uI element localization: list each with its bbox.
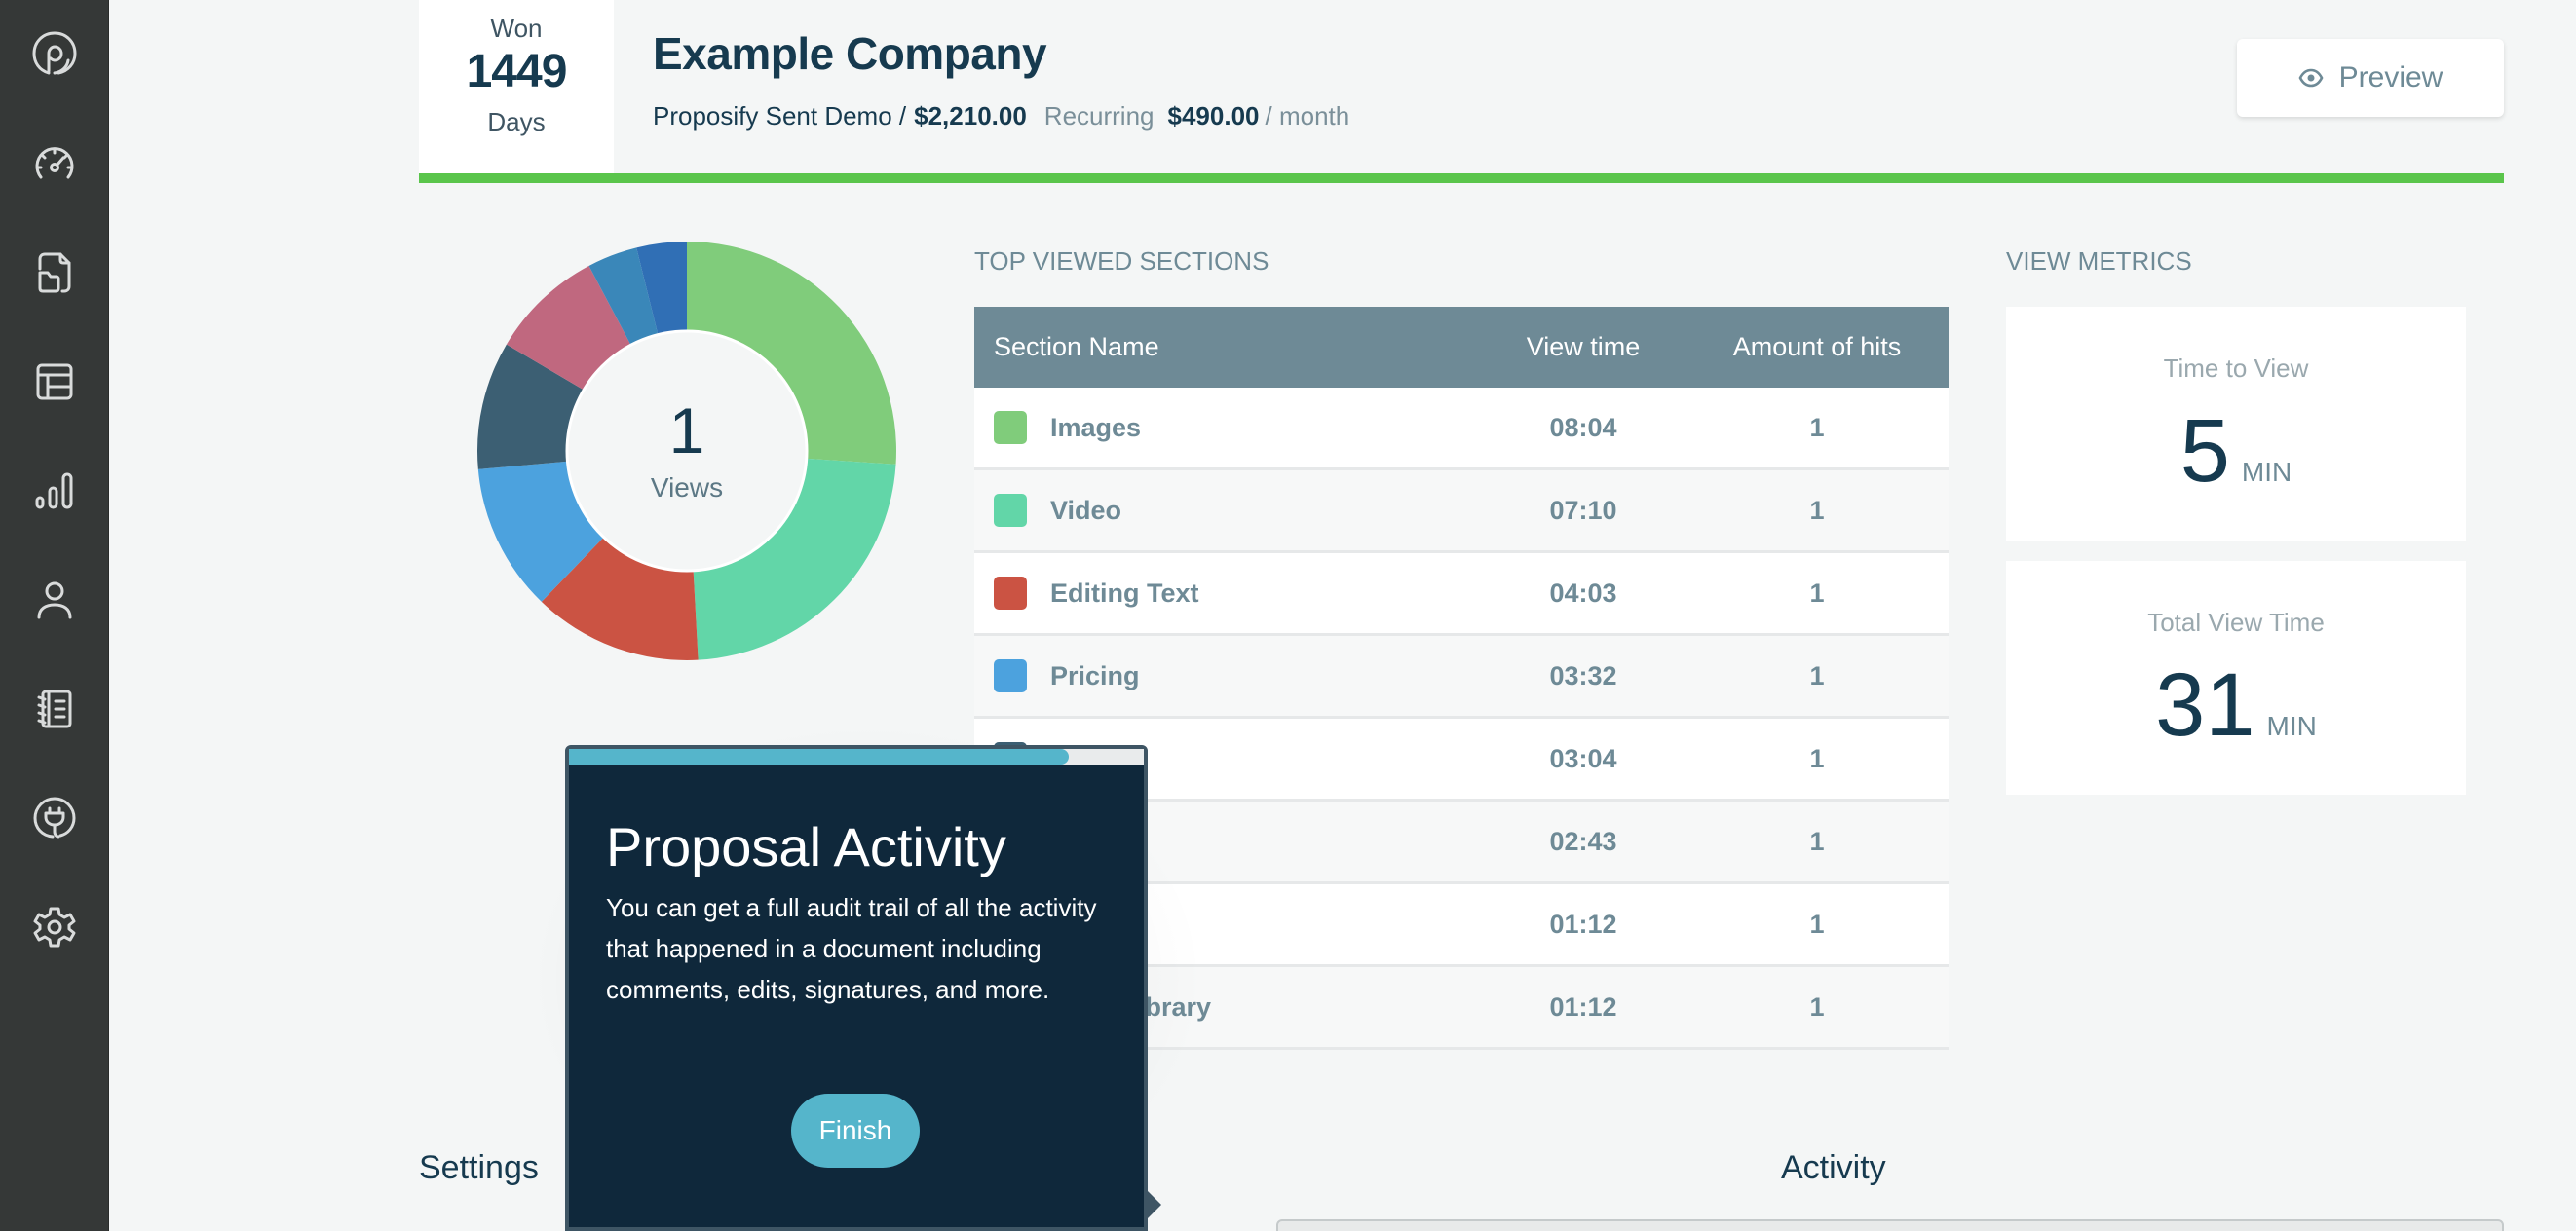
deal-name: Proposify Sent Demo /: [653, 101, 907, 131]
status-box: Won 1449 Days: [419, 0, 614, 173]
status-unit: Days: [487, 107, 546, 136]
tour-body: You can get a full audit trail of all th…: [606, 893, 1097, 1004]
view-time-cell: 01:12: [1549, 909, 1617, 939]
section-name: Editing Text: [1050, 578, 1199, 608]
preview-label: Preview: [2338, 61, 2443, 93]
metric-label: Total View Time: [2147, 608, 2325, 637]
section-color-swatch: [994, 659, 1027, 692]
section-name: Pricing: [1050, 660, 1140, 690]
sidebar-item-reports[interactable]: [31, 467, 78, 514]
tour-finish-button[interactable]: Finish: [791, 1094, 920, 1168]
top-sections-heading: TOP VIEWED SECTIONS: [974, 246, 1269, 276]
sidebar-item-dashboard[interactable]: [31, 140, 78, 187]
section-name: Video: [1050, 495, 1122, 525]
metric-value: 31 MIN: [2006, 660, 2466, 750]
eye-icon: [2298, 68, 2324, 88]
deal-amount: $2,210.00: [914, 101, 1027, 131]
hits-cell: 1: [1809, 660, 1825, 690]
metric-unit: MIN: [2266, 711, 2317, 741]
status-label: Won: [490, 14, 543, 43]
deal-summary: Proposify Sent Demo / $2,210.00 Recurring $…: [653, 101, 1349, 131]
content-library-icon: [37, 690, 72, 728]
column-header-hits[interactable]: Amount of hits: [1686, 332, 1949, 362]
metric-card-time-to-view: Time to View 5 MIN: [2006, 307, 2466, 541]
table-row[interactable]: Pricing 03:32 1: [974, 636, 1949, 719]
section-name-cell: Editing Text: [974, 577, 1481, 610]
view-time-cell: 03:32: [1549, 660, 1617, 690]
settings-heading: Settings: [419, 1149, 539, 1186]
section-name-cell: Video: [974, 494, 1481, 527]
status-progress-fill: [419, 173, 2504, 183]
sidebar-item-settings[interactable]: [31, 904, 78, 951]
table-row[interactable]: Video 07:10 1: [974, 470, 1949, 553]
section-name-cell: Pricing: [974, 659, 1481, 692]
activity-heading: Activity: [1781, 1149, 1886, 1186]
activity-panel: [1276, 1219, 2504, 1231]
section-name-cell: Images: [974, 411, 1481, 444]
hits-cell: 1: [1809, 412, 1825, 442]
hits-cell: 1: [1809, 743, 1825, 773]
status-days: 1449: [466, 46, 568, 97]
tour-progress-fill: [569, 749, 1070, 765]
sidebar-item-content-library[interactable]: [31, 686, 78, 732]
section-color-swatch: [994, 411, 1027, 444]
hits-cell: 1: [1809, 578, 1825, 608]
tour-pointer-arrow: [1144, 1187, 1161, 1222]
tour-progress-bar: [569, 749, 1144, 765]
recurring-period: / month: [1265, 101, 1350, 131]
integrations-icon: [33, 797, 76, 839]
table-row[interactable]: Editing Text 04:03 1: [974, 553, 1949, 636]
sidebar-item-integrations[interactable]: [31, 795, 78, 841]
proposify-logo-icon: [32, 31, 77, 75]
company-title: Example Company: [653, 28, 1047, 79]
status-progress-bar: [419, 173, 2504, 183]
view-metrics-heading: VIEW METRICS: [2006, 246, 2192, 276]
tour-title: Proposal Activity: [606, 816, 1006, 877]
dashboard-icon: [35, 147, 74, 179]
view-time-cell: 07:10: [1549, 495, 1617, 525]
column-header-section-name[interactable]: Section Name: [974, 332, 1481, 362]
hits-cell: 1: [1809, 909, 1825, 939]
section-color-swatch: [994, 494, 1027, 527]
view-time-cell: 04:03: [1549, 578, 1617, 608]
settings-icon: [33, 907, 76, 948]
metric-unit: MIN: [2241, 457, 2292, 487]
section-color-swatch: [994, 577, 1027, 610]
hits-cell: 1: [1809, 826, 1825, 856]
donut-hole: [565, 329, 809, 573]
view-time-cell: 01:12: [1549, 991, 1617, 1022]
recurring-amount: $490.00: [1167, 101, 1260, 131]
reports-icon: [35, 472, 73, 509]
metric-value: 5 MIN: [2006, 406, 2466, 496]
column-header-view-time[interactable]: View time: [1481, 332, 1686, 362]
sidebar-item-contacts[interactable]: [31, 577, 78, 623]
metric-number: 31: [2155, 655, 2255, 755]
sidebar-item-home[interactable]: [31, 30, 78, 77]
view-time-cell: 08:04: [1549, 412, 1617, 442]
hits-cell: 1: [1809, 991, 1825, 1022]
metric-card-total-view-time: Total View Time 31 MIN: [2006, 561, 2466, 795]
sidebar: [0, 0, 109, 1231]
table-header: Section Name View time Amount of hits: [974, 307, 1949, 388]
hits-cell: 1: [1809, 495, 1825, 525]
recurring-label: Recurring: [1043, 101, 1155, 131]
templates-icon: [36, 363, 73, 400]
sidebar-item-templates[interactable]: [31, 358, 78, 405]
table-row[interactable]: Images 08:04 1: [974, 388, 1949, 470]
section-name: Images: [1050, 412, 1142, 442]
preview-button[interactable]: Preview: [2237, 39, 2504, 117]
metric-label: Time to View: [2163, 354, 2309, 383]
metric-number: 5: [2179, 401, 2230, 501]
contacts-icon: [37, 581, 72, 619]
sidebar-item-documents[interactable]: [31, 249, 78, 296]
views-donut-chart: [477, 242, 896, 660]
view-time-cell: 02:43: [1549, 826, 1617, 856]
tour-tooltip: Proposal Activity You can get a full aud…: [565, 745, 1161, 1231]
view-time-cell: 03:04: [1549, 743, 1617, 773]
documents-icon: [38, 252, 71, 293]
